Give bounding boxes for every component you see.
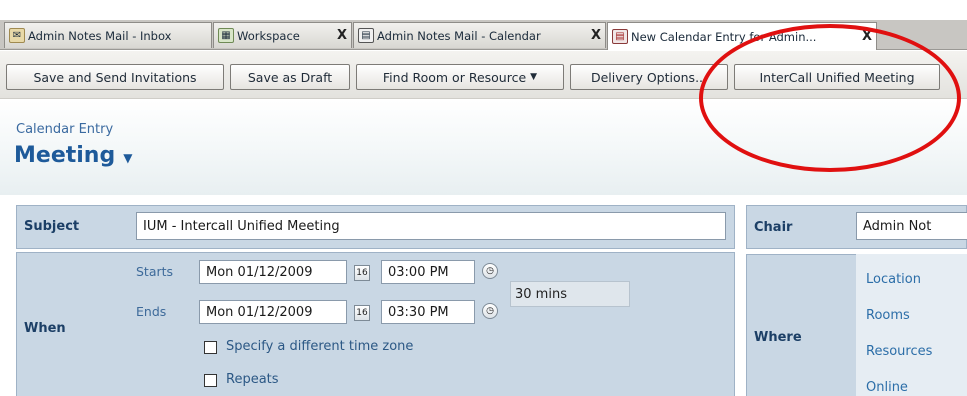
tab-label: Admin Notes Mail - Inbox — [28, 28, 172, 43]
start-time-input[interactable]: 03:00 PM — [381, 260, 475, 284]
close-icon[interactable]: X — [591, 28, 601, 43]
workspace-icon: ▦ — [218, 28, 234, 43]
close-icon[interactable]: X — [337, 28, 347, 43]
timezone-label: Specify a different time zone — [226, 339, 414, 354]
when-label: When — [24, 321, 66, 336]
date-picker-icon[interactable]: 16 — [354, 305, 370, 321]
delivery-options-button[interactable]: Delivery Options... — [570, 64, 728, 90]
tab-calendar[interactable]: ▤ Admin Notes Mail - Calendar X — [353, 22, 606, 48]
duration-display: 30 mins — [510, 281, 630, 307]
save-as-draft-button[interactable]: Save as Draft — [230, 64, 350, 90]
find-room-button[interactable]: Find Room or Resource ▼ — [356, 64, 564, 90]
action-toolbar: Save and Send Invitations Save as Draft … — [0, 51, 967, 99]
when-section — [16, 252, 735, 396]
tab-new-calendar-entry[interactable]: ▤ New Calendar Entry for Admin... X — [607, 22, 877, 50]
close-icon[interactable]: X — [862, 29, 872, 44]
tab-label: New Calendar Entry for Admin... — [631, 29, 817, 44]
intercall-unified-meeting-button[interactable]: InterCall Unified Meeting — [734, 64, 940, 90]
starts-label: Starts — [136, 264, 174, 279]
start-date-input[interactable]: Mon 01/12/2009 — [199, 260, 347, 284]
entry-type-selector[interactable]: Meeting ▼ — [14, 143, 132, 168]
entry-type-label: Calendar Entry — [16, 122, 114, 137]
tab-bar: ✉ Admin Notes Mail - Inbox ▦ Workspace X… — [0, 20, 967, 50]
timezone-checkbox[interactable] — [204, 341, 217, 354]
end-time-input[interactable]: 03:30 PM — [381, 300, 475, 324]
page-title: Meeting — [14, 143, 116, 168]
mail-inbox-icon: ✉ — [9, 28, 25, 43]
location-link[interactable]: Location — [866, 272, 921, 287]
tab-workspace[interactable]: ▦ Workspace X — [213, 22, 352, 48]
rooms-link[interactable]: Rooms — [866, 308, 910, 323]
calendar-entry-icon: ▤ — [612, 29, 628, 44]
clock-icon[interactable]: ◷ — [482, 303, 498, 319]
chair-field[interactable]: Admin Not — [856, 212, 967, 240]
tab-label: Admin Notes Mail - Calendar — [377, 28, 541, 43]
save-and-send-button[interactable]: Save and Send Invitations — [6, 64, 224, 90]
clock-icon[interactable]: ◷ — [482, 263, 498, 279]
where-label: Where — [754, 330, 802, 345]
subject-label: Subject — [24, 219, 80, 234]
tab-inbox[interactable]: ✉ Admin Notes Mail - Inbox — [4, 22, 212, 48]
resources-link[interactable]: Resources — [866, 344, 932, 359]
ends-label: Ends — [136, 304, 167, 319]
subject-input[interactable]: IUM - Intercall Unified Meeting — [136, 212, 726, 240]
entry-header: Calendar Entry Meeting ▼ — [0, 100, 967, 195]
chair-label: Chair — [754, 220, 793, 235]
date-picker-icon[interactable]: 16 — [354, 265, 370, 281]
tab-label: Workspace — [237, 28, 300, 43]
repeats-label: Repeats — [226, 372, 279, 387]
online-link[interactable]: Online — [866, 380, 908, 395]
chevron-down-icon: ▼ — [530, 72, 538, 82]
chevron-down-icon: ▼ — [123, 150, 133, 165]
end-date-input[interactable]: Mon 01/12/2009 — [199, 300, 347, 324]
calendar-icon: ▤ — [358, 28, 374, 43]
repeats-checkbox[interactable] — [204, 374, 217, 387]
